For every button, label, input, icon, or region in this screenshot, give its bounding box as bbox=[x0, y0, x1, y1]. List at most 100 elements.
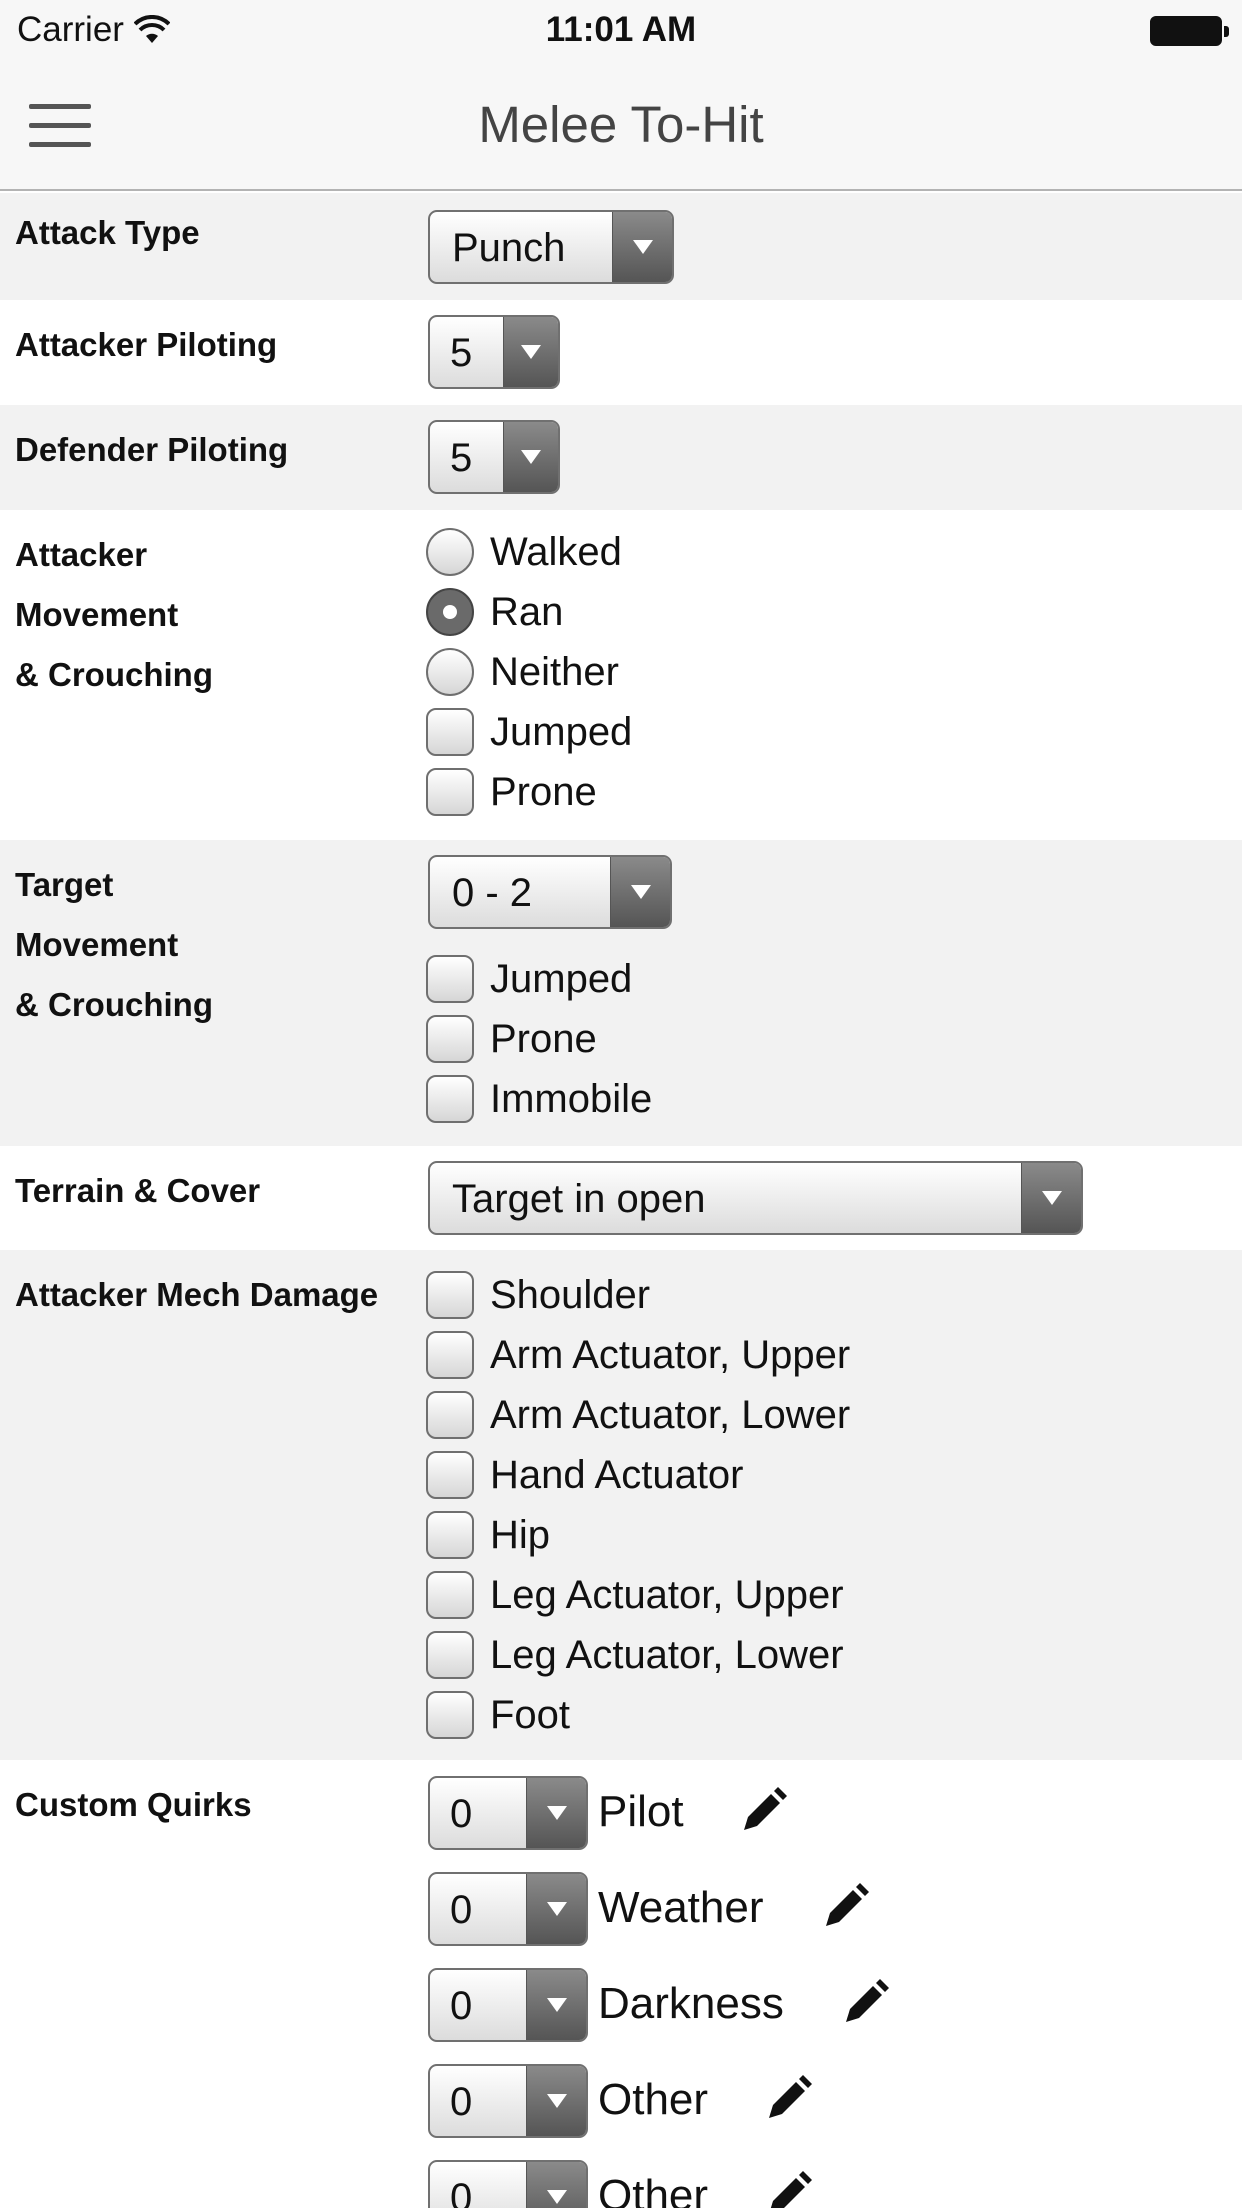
target-movement-row: Target Movement & Crouching 0 - 2 Jumped… bbox=[0, 840, 1242, 1146]
pencil-icon[interactable] bbox=[763, 2074, 813, 2124]
checkbox[interactable] bbox=[426, 1691, 474, 1739]
checkbox-label: Prone bbox=[490, 1016, 597, 1061]
checkbox[interactable] bbox=[426, 1571, 474, 1619]
checkbox-target-jumped[interactable]: Jumped bbox=[426, 949, 632, 1009]
terrain-select[interactable]: Target in open bbox=[428, 1161, 1083, 1235]
checkbox-target-prone[interactable]: Prone bbox=[426, 1009, 597, 1069]
attack-type-value: Punch bbox=[452, 226, 566, 270]
checkbox-label: Hand Actuator bbox=[490, 1452, 744, 1497]
pencil-icon[interactable] bbox=[820, 1882, 870, 1932]
quirk-value-select[interactable]: 0 bbox=[428, 2160, 588, 2208]
checkbox[interactable] bbox=[426, 768, 474, 816]
checkbox-label: Shoulder bbox=[490, 1272, 651, 1317]
radio-neither[interactable]: Neither bbox=[426, 642, 619, 702]
radio-button[interactable] bbox=[426, 528, 474, 576]
attacker-piloting-label: Attacker Piloting bbox=[15, 326, 278, 363]
checkbox-foot[interactable]: Foot bbox=[426, 1685, 570, 1745]
mech-damage-label: Attacker Mech Damage bbox=[15, 1276, 379, 1313]
attacker-movement-label-2: Movement bbox=[15, 596, 179, 633]
checkbox[interactable] bbox=[426, 1631, 474, 1679]
checkbox-attacker-prone[interactable]: Prone bbox=[426, 762, 597, 822]
attacker-movement-row: Attacker Movement & Crouching Walked Ran… bbox=[0, 510, 1242, 840]
terrain-value: Target in open bbox=[452, 1177, 706, 1221]
checkbox-leg-upper[interactable]: Leg Actuator, Upper bbox=[426, 1565, 844, 1625]
checkbox[interactable] bbox=[426, 1271, 474, 1319]
checkbox-label: Arm Actuator, Lower bbox=[490, 1392, 851, 1437]
radio-label: Neither bbox=[490, 649, 619, 694]
checkbox-arm-upper[interactable]: Arm Actuator, Upper bbox=[426, 1325, 850, 1385]
checkbox[interactable] bbox=[426, 1511, 474, 1559]
chevron-down-icon bbox=[526, 2162, 586, 2208]
defender-piloting-value: 5 bbox=[450, 436, 473, 480]
pencil-icon[interactable] bbox=[840, 1978, 890, 2028]
checkbox-hand[interactable]: Hand Actuator bbox=[426, 1445, 744, 1505]
quirk-value-select[interactable]: 0 bbox=[428, 1776, 588, 1850]
target-movement-select[interactable]: 0 - 2 bbox=[428, 855, 672, 929]
radio-label: Ran bbox=[490, 589, 564, 634]
attacker-movement-label-1: Attacker bbox=[15, 536, 148, 573]
checkbox-label: Jumped bbox=[490, 709, 633, 754]
attack-type-label: Attack Type bbox=[15, 214, 200, 251]
chevron-down-icon bbox=[503, 422, 558, 492]
chevron-down-icon bbox=[526, 2066, 586, 2136]
checkbox-attacker-jumped[interactable]: Jumped bbox=[426, 702, 632, 762]
terrain-row: Terrain & Cover Target in open bbox=[0, 1146, 1242, 1250]
chevron-down-icon bbox=[503, 317, 558, 387]
terrain-label: Terrain & Cover bbox=[15, 1172, 261, 1209]
checkbox-label: Leg Actuator, Lower bbox=[490, 1632, 844, 1677]
quirk-value: 0 bbox=[450, 2080, 473, 2124]
radio-button[interactable] bbox=[426, 648, 474, 696]
attacker-piloting-row: Attacker Piloting 5 bbox=[0, 300, 1242, 405]
defender-piloting-label: Defender Piloting bbox=[15, 431, 289, 468]
checkbox-leg-lower[interactable]: Leg Actuator, Lower bbox=[426, 1625, 844, 1685]
checkbox[interactable] bbox=[426, 1075, 474, 1123]
custom-quirks-label: Custom Quirks bbox=[15, 1786, 252, 1823]
defender-piloting-select[interactable]: 5 bbox=[428, 420, 560, 494]
quirk-name: Other bbox=[598, 2171, 709, 2208]
checkbox-target-immobile[interactable]: Immobile bbox=[426, 1069, 652, 1129]
radio-ran[interactable]: Ran bbox=[426, 582, 563, 642]
chevron-down-icon bbox=[526, 1874, 586, 1944]
chevron-down-icon bbox=[1021, 1163, 1081, 1233]
mech-damage-row: Attacker Mech Damage Shoulder Arm Actuat… bbox=[0, 1250, 1242, 1760]
checkbox[interactable] bbox=[426, 1331, 474, 1379]
checkbox-hip[interactable]: Hip bbox=[426, 1505, 550, 1565]
checkbox-label: Arm Actuator, Upper bbox=[490, 1332, 851, 1377]
defender-piloting-row: Defender Piloting 5 bbox=[0, 405, 1242, 510]
checkbox[interactable] bbox=[426, 955, 474, 1003]
radio-walked[interactable]: Walked bbox=[426, 522, 622, 582]
battery-icon bbox=[1150, 16, 1229, 46]
status-time: 11:01 AM bbox=[545, 10, 697, 49]
checkbox-label: Jumped bbox=[490, 956, 633, 1001]
pencil-icon[interactable] bbox=[763, 2170, 813, 2208]
quirk-value-select[interactable]: 0 bbox=[428, 2064, 588, 2138]
radio-button-selected[interactable] bbox=[426, 588, 474, 636]
attack-type-row: Attack Type Punch bbox=[0, 193, 1242, 300]
checkbox[interactable] bbox=[426, 1015, 474, 1063]
quirk-value-select[interactable]: 0 bbox=[428, 1872, 588, 1946]
attacker-piloting-value: 5 bbox=[450, 331, 473, 375]
checkbox-label: Hip bbox=[490, 1512, 551, 1557]
pencil-icon[interactable] bbox=[738, 1786, 788, 1836]
quirk-value-select[interactable]: 0 bbox=[428, 1968, 588, 2042]
nav-bar: Melee To-Hit bbox=[0, 62, 1242, 191]
target-movement-label-2: Movement bbox=[15, 926, 179, 963]
checkbox-shoulder[interactable]: Shoulder bbox=[426, 1265, 650, 1325]
radio-label: Walked bbox=[490, 529, 622, 574]
checkbox-label: Leg Actuator, Upper bbox=[490, 1572, 844, 1617]
quirk-value: 0 bbox=[450, 1984, 473, 2028]
chevron-down-icon bbox=[612, 212, 672, 282]
target-movement-label-1: Target bbox=[15, 866, 114, 903]
attack-type-select[interactable]: Punch bbox=[428, 210, 674, 284]
checkbox[interactable] bbox=[426, 1451, 474, 1499]
checkbox-label: Immobile bbox=[490, 1076, 653, 1121]
checkbox[interactable] bbox=[426, 708, 474, 756]
attacker-piloting-select[interactable]: 5 bbox=[428, 315, 560, 389]
checkbox[interactable] bbox=[426, 1391, 474, 1439]
checkbox-label: Prone bbox=[490, 769, 597, 814]
quirk-name: Other bbox=[598, 2075, 709, 2124]
chevron-down-icon bbox=[526, 1970, 586, 2040]
checkbox-arm-lower[interactable]: Arm Actuator, Lower bbox=[426, 1385, 850, 1445]
quirk-value: 0 bbox=[450, 2176, 473, 2208]
quirk-name: Darkness bbox=[598, 1979, 784, 2028]
